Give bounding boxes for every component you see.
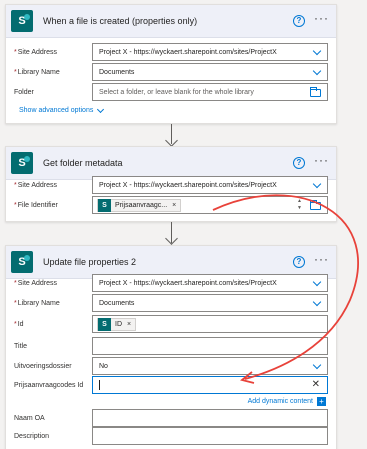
- remove-token-icon[interactable]: ×: [172, 202, 176, 209]
- naam-oa-row: Naam OA: [14, 409, 328, 427]
- chevron-down-icon: [97, 105, 105, 113]
- uitvoeringsdossier-dropdown[interactable]: No: [92, 357, 328, 375]
- sharepoint-icon: S: [98, 317, 111, 331]
- description-row: Description: [14, 427, 328, 445]
- more-options-icon[interactable]: ···: [314, 252, 329, 266]
- folder-icon[interactable]: [310, 87, 321, 97]
- field-label: Description: [14, 432, 50, 440]
- sharepoint-icon: S: [11, 251, 33, 273]
- sharepoint-icon: S: [98, 198, 111, 212]
- text-caret: [99, 380, 100, 390]
- trigger-card: S When a file is created (properties onl…: [5, 4, 337, 124]
- token-label: Prijsaanvraagc...: [115, 201, 168, 209]
- show-advanced-options-link[interactable]: Show advanced options: [19, 105, 105, 114]
- field-value: Project X - https://wyckaert.sharepoint.…: [99, 279, 277, 287]
- field-value: Project X - https://wyckaert.sharepoint.…: [99, 181, 277, 189]
- field-label: *Library Name: [14, 299, 60, 307]
- field-label: *Id: [14, 320, 24, 328]
- title-row: Title: [14, 337, 328, 355]
- field-label: *Library Name: [14, 68, 60, 76]
- library-name-dropdown[interactable]: Documents: [92, 294, 328, 312]
- link-label: Show advanced options: [19, 107, 94, 114]
- id-row: *Id S ID ×: [14, 315, 328, 333]
- help-icon[interactable]: ?: [293, 15, 305, 27]
- library-name-row: *Library Name Documents: [14, 294, 328, 312]
- chevron-down-icon[interactable]: [312, 66, 322, 76]
- field-value: Project X - https://wyckaert.sharepoint.…: [99, 48, 277, 56]
- site-address-dropdown[interactable]: Project X - https://wyckaert.sharepoint.…: [92, 176, 328, 194]
- field-label: *Site Address: [14, 181, 58, 189]
- file-identifier-row: *File Identifier S Prijsaanvraagc... × ▲…: [14, 196, 328, 214]
- get-folder-metadata-card: S Get folder metadata ? ··· *Site Addres…: [5, 146, 337, 222]
- dynamic-token[interactable]: S ID ×: [97, 317, 137, 331]
- field-label: *Site Address: [14, 279, 58, 287]
- title-input[interactable]: [92, 337, 328, 355]
- field-label: *File Identifier: [14, 201, 58, 209]
- prijsaanvraagcodes-id-row: Prijsaanvraagcodes Id ✕: [14, 376, 328, 394]
- site-address-dropdown[interactable]: Project X - https://wyckaert.sharepoint.…: [92, 43, 328, 61]
- chevron-down-icon[interactable]: [312, 179, 322, 189]
- more-options-icon[interactable]: ···: [314, 11, 329, 25]
- field-label: Naam OA: [14, 414, 45, 422]
- more-options-icon[interactable]: ···: [314, 153, 329, 167]
- dynamic-token[interactable]: S Prijsaanvraagc... ×: [97, 198, 182, 212]
- stepper-icon[interactable]: ▲ ▼: [297, 198, 302, 212]
- link-label: Add dynamic content: [247, 398, 313, 405]
- plus-icon: +: [317, 397, 326, 406]
- update-file-properties-card: S Update file properties 2 ? ··· *Site A…: [5, 245, 337, 449]
- naam-oa-input[interactable]: [92, 409, 328, 427]
- chevron-down-icon[interactable]: [312, 297, 322, 307]
- arrow-down-icon: [165, 134, 178, 147]
- sharepoint-icon: S: [11, 10, 33, 32]
- chevron-down-icon[interactable]: [312, 277, 322, 287]
- chevron-down-icon[interactable]: [312, 46, 322, 56]
- field-label: Prijsaanvraagcodes Id: [14, 381, 84, 389]
- remove-token-icon[interactable]: ×: [127, 321, 131, 328]
- card-title: Get folder metadata: [43, 158, 123, 168]
- field-label: Title: [14, 342, 27, 350]
- add-dynamic-content-link[interactable]: Add dynamic content +: [248, 397, 326, 406]
- field-value: No: [99, 362, 108, 370]
- file-identifier-input[interactable]: S Prijsaanvraagc... × ▲ ▼: [92, 196, 328, 214]
- arrow-down-icon: [165, 232, 178, 245]
- id-input[interactable]: S ID ×: [92, 315, 328, 333]
- card-header[interactable]: S When a file is created (properties onl…: [6, 5, 336, 38]
- field-placeholder: Select a folder, or leave blank for the …: [99, 88, 254, 96]
- folder-row: Folder Select a folder, or leave blank f…: [14, 83, 328, 101]
- site-address-dropdown[interactable]: Project X - https://wyckaert.sharepoint.…: [92, 274, 328, 292]
- clear-icon[interactable]: ✕: [312, 379, 320, 390]
- field-label: Uitvoeringsdossier: [14, 362, 72, 370]
- help-icon[interactable]: ?: [293, 256, 305, 268]
- sharepoint-icon: S: [11, 152, 33, 174]
- site-address-row: *Site Address Project X - https://wyckae…: [14, 176, 328, 194]
- chevron-down-icon[interactable]: [312, 360, 322, 370]
- field-label: Folder: [14, 88, 34, 96]
- prijsaanvraagcodes-id-input[interactable]: ✕: [92, 376, 328, 394]
- field-label: *Site Address: [14, 48, 58, 56]
- field-value: Documents: [99, 299, 135, 307]
- library-name-dropdown[interactable]: Documents: [92, 63, 328, 81]
- field-value: Documents: [99, 68, 135, 76]
- token-label: ID: [115, 320, 122, 328]
- help-icon[interactable]: ?: [293, 157, 305, 169]
- folder-icon[interactable]: [310, 200, 321, 210]
- site-address-row: *Site Address Project X - https://wyckae…: [14, 274, 328, 292]
- uitvoeringsdossier-row: Uitvoeringsdossier No: [14, 357, 328, 375]
- card-title: When a file is created (properties only): [43, 16, 198, 26]
- description-input[interactable]: [92, 427, 328, 445]
- library-name-row: *Library Name Documents: [14, 63, 328, 81]
- card-title: Update file properties 2: [43, 257, 137, 267]
- folder-input[interactable]: Select a folder, or leave blank for the …: [92, 83, 328, 101]
- site-address-row: *Site Address Project X - https://wyckae…: [14, 43, 328, 61]
